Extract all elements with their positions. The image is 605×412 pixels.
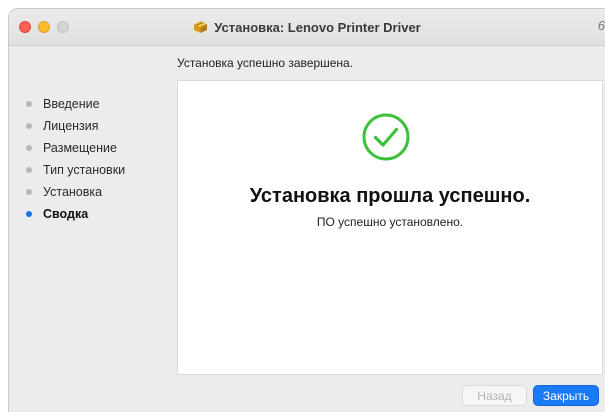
step-label: Размещение bbox=[43, 141, 117, 155]
sidebar-step-license: Лицензия bbox=[26, 115, 171, 137]
sidebar-step-installation-type: Тип установки bbox=[26, 159, 171, 181]
step-dot-icon bbox=[26, 145, 32, 151]
installer-window: Установка: Lenovo Printer Driver 6 Устан… bbox=[8, 8, 605, 412]
step-dot-icon bbox=[26, 123, 32, 129]
check-circle-icon bbox=[362, 113, 410, 161]
content-panel: Установка прошла успешно. ПО успешно уст… bbox=[177, 80, 603, 375]
window-title: Установка: Lenovo Printer Driver bbox=[214, 19, 421, 35]
sidebar-step-installation: Установка bbox=[26, 181, 171, 203]
step-label: Сводка bbox=[43, 207, 89, 221]
clipped-edge-glyph: 6 bbox=[597, 18, 605, 33]
step-label: Тип установки bbox=[43, 163, 126, 177]
active-step-dot-icon bbox=[26, 211, 32, 217]
step-dot-icon bbox=[26, 189, 32, 195]
step-label: Лицензия bbox=[43, 119, 99, 133]
step-dot-icon bbox=[26, 167, 32, 173]
sidebar-step-destination: Размещение bbox=[26, 137, 171, 159]
package-icon bbox=[194, 21, 208, 33]
success-headline: Установка прошла успешно. bbox=[249, 185, 531, 207]
step-label: Введение bbox=[43, 97, 100, 111]
sidebar-step-summary: Сводка bbox=[26, 203, 171, 225]
step-dot-icon bbox=[26, 101, 32, 107]
success-message: ПО успешно установлено. bbox=[316, 215, 464, 229]
step-label: Установка bbox=[43, 185, 103, 199]
title-bar: Установка: Lenovo Printer Driver 6 bbox=[9, 9, 605, 46]
steps-sidebar: Введение Лицензия Размещение Тип установ… bbox=[26, 93, 171, 225]
page-subtitle: Установка успешно завершена. bbox=[177, 56, 354, 70]
window-title-wrap: Установка: Lenovo Printer Driver bbox=[9, 9, 605, 45]
back-button[interactable]: Назад bbox=[462, 385, 527, 406]
sidebar-step-introduction: Введение bbox=[26, 93, 171, 115]
close-button[interactable]: Закрыть bbox=[533, 385, 599, 406]
